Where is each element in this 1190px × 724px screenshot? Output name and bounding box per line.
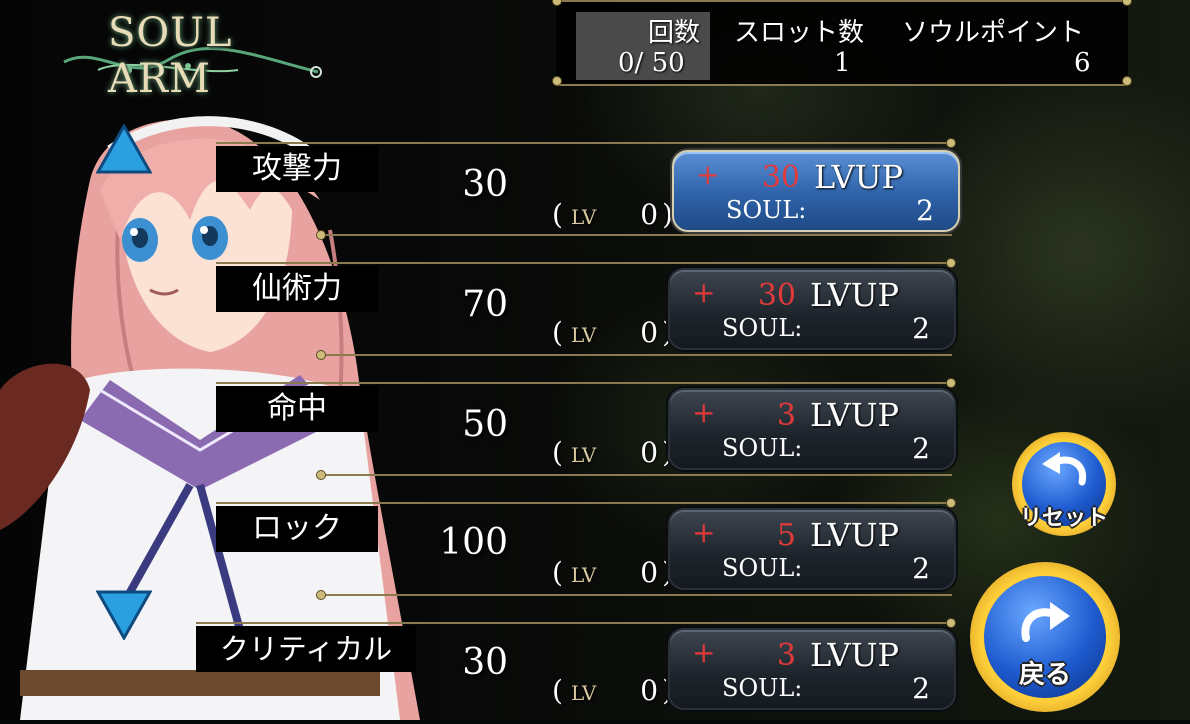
ornament-dot (316, 350, 326, 360)
stat-level: (LV0) (552, 436, 673, 469)
row-divider (216, 382, 952, 384)
reset-button[interactable]: リセット (1012, 432, 1116, 536)
soul-points-value: 6 (1074, 48, 1091, 78)
stat-label: ロック (216, 506, 378, 552)
stat-label: 攻撃力 (216, 146, 378, 192)
ornament-dot (316, 470, 326, 480)
count-label: 回数 (648, 18, 701, 48)
ornament-dot (316, 230, 326, 240)
row-divider (196, 622, 952, 624)
lv-value: 0 (640, 316, 659, 349)
stat-label: 仙術力 (216, 266, 378, 312)
ornament-dot (552, 0, 562, 6)
ornament-dot (316, 590, 326, 600)
ornament-dot (946, 258, 956, 268)
stat-level: (LV0) (552, 198, 673, 231)
stat-level: (LV0) (552, 556, 673, 589)
stat-value: 100 (439, 522, 508, 563)
row-divider (320, 354, 952, 356)
row-divider (216, 262, 952, 264)
lv-open: ( (552, 198, 563, 231)
reset-label: リセット (1019, 506, 1108, 531)
count-value: 0/ 50 (618, 48, 685, 78)
lvup-amount: 3 (776, 638, 796, 673)
soul-points-label: ソウルポイント (902, 18, 1085, 48)
row-divider (320, 474, 952, 476)
lv-label: LV (570, 323, 597, 347)
lvup-text: LVUP (814, 158, 904, 196)
panel-top-line (556, 0, 1128, 2)
lvup-amount: 5 (776, 518, 796, 553)
soul-label: SOUL: (722, 674, 803, 702)
soul-label: SOUL: (726, 196, 807, 224)
stat-row-magic: 仙術力 70 (LV0) + 30 LVUP SOUL: 2 (0, 258, 1190, 378)
stat-label: 命中 (216, 386, 378, 432)
stat-value: 30 (462, 164, 508, 205)
stats-panel: 回数 0/ 50 スロット数 1 ソウルポイント 6 (552, 0, 1132, 86)
lvup-text: LVUP (810, 396, 900, 434)
lvup-amount: 3 (776, 398, 796, 433)
lvup-button-magic[interactable]: + 30 LVUP SOUL: 2 (668, 268, 956, 350)
lv-open: ( (552, 316, 563, 349)
lvup-button-lock[interactable]: + 5 LVUP SOUL: 2 (668, 508, 956, 590)
lv-value: 0 (640, 198, 659, 231)
back-button[interactable]: 戻る (970, 562, 1120, 712)
soul-arm-logo: SOUL ARM (58, 4, 348, 102)
plus-sign: + (692, 516, 716, 549)
lvup-button-attack[interactable]: + 30 LVUP SOUL: 2 (672, 150, 960, 232)
soul-cost: 2 (916, 194, 934, 227)
stat-value: 30 (462, 642, 508, 683)
lv-value: 0 (640, 556, 659, 589)
ornament-dot (946, 378, 956, 388)
lv-open: ( (552, 436, 563, 469)
lv-label: LV (570, 681, 597, 705)
soul-label: SOUL: (722, 554, 803, 582)
lvup-text: LVUP (810, 636, 900, 674)
stat-level: (LV0) (552, 674, 673, 707)
plus-sign: + (696, 158, 720, 191)
row-divider (216, 502, 952, 504)
ornament-dot (552, 76, 562, 86)
lv-label: LV (570, 443, 597, 467)
back-label: 戻る (1018, 660, 1071, 690)
lv-value: 0 (640, 436, 659, 469)
ornament-dot (1122, 76, 1132, 86)
plus-sign: + (692, 636, 716, 669)
soul-label: SOUL: (722, 314, 803, 342)
lv-open: ( (552, 556, 563, 589)
stat-label: クリティカル (196, 626, 416, 672)
soul-cost: 2 (912, 312, 930, 345)
lv-label: LV (570, 205, 597, 229)
plus-sign: + (692, 396, 716, 429)
plus-sign: + (692, 276, 716, 309)
row-divider (320, 594, 952, 596)
lvup-amount: 30 (757, 278, 796, 313)
soul-label: SOUL: (722, 434, 803, 462)
lvup-text: LVUP (810, 516, 900, 554)
redo-arrow-icon (1021, 602, 1070, 642)
ornament-dot (946, 498, 956, 508)
stat-row-attack: 攻撃力 30 (LV 0) + 30 LVUP SOUL: 2 (0, 138, 1190, 258)
logo-title: SOUL ARM (108, 10, 233, 102)
undo-arrow-icon (1042, 452, 1087, 486)
lv-label: LV (570, 563, 597, 587)
soul-cost: 2 (912, 552, 930, 585)
lv-value: 0 (640, 674, 659, 707)
soul-cost: 2 (912, 432, 930, 465)
row-divider (216, 142, 952, 144)
lvup-text: LVUP (810, 276, 900, 314)
lv-open: ( (552, 674, 563, 707)
lvup-button-critical[interactable]: + 3 LVUP SOUL: 2 (668, 628, 956, 710)
lvup-amount: 30 (761, 160, 800, 195)
soul-cost: 2 (912, 672, 930, 705)
ornament-dot (946, 618, 956, 628)
stat-value: 70 (462, 284, 508, 325)
slots-value: 1 (834, 48, 851, 78)
slots-label: スロット数 (734, 18, 865, 48)
lvup-button-accuracy[interactable]: + 3 LVUP SOUL: 2 (668, 388, 956, 470)
stat-value: 50 (462, 404, 508, 445)
stat-level: (LV0) (552, 316, 673, 349)
ornament-dot (946, 138, 956, 148)
row-divider (320, 234, 952, 236)
